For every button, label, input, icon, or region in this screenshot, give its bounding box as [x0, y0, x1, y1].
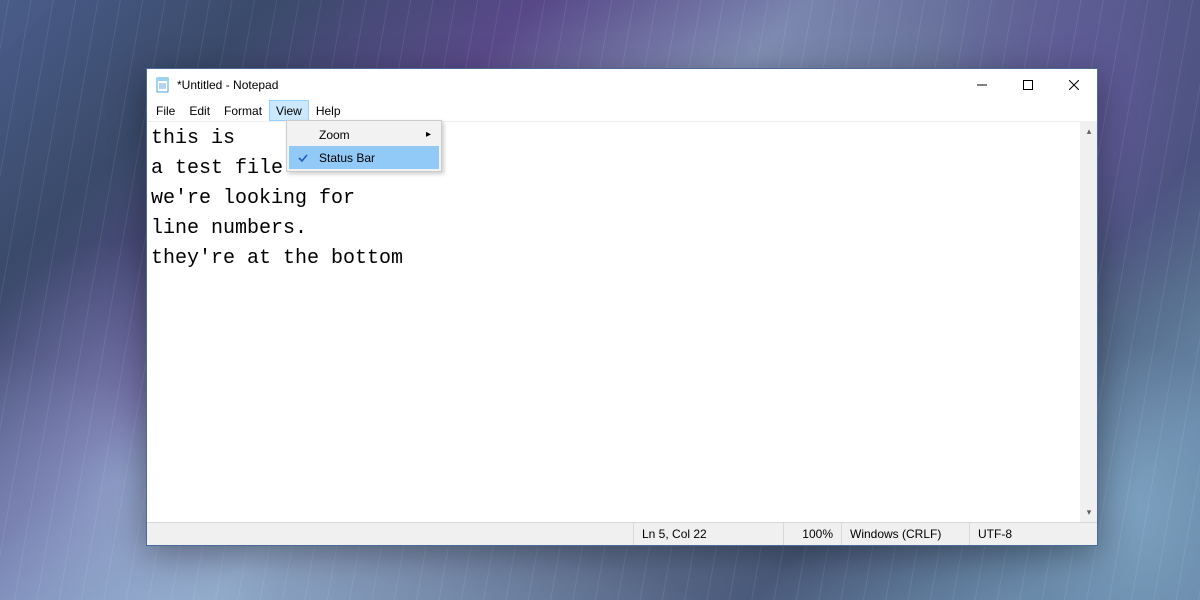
window-title: *Untitled - Notepad [177, 78, 278, 92]
submenu-arrow-icon: ▸ [426, 129, 431, 140]
statusbar: Ln 5, Col 22 100% Windows (CRLF) UTF-8 [147, 522, 1097, 545]
maximize-button[interactable] [1005, 69, 1051, 100]
notepad-app-icon [155, 77, 171, 93]
scroll-down-icon[interactable]: ▾ [1087, 503, 1092, 522]
menu-format[interactable]: Format [217, 100, 269, 121]
minimize-button[interactable] [959, 69, 1005, 100]
menu-edit[interactable]: Edit [182, 100, 217, 121]
close-button[interactable] [1051, 69, 1097, 100]
status-zoom: 100% [783, 523, 841, 545]
menu-file[interactable]: File [149, 100, 182, 121]
menubar: File Edit Format View Help Zoom ▸ Status… [147, 100, 1097, 121]
view-statusbar-item[interactable]: Status Bar [289, 146, 439, 169]
status-eol: Windows (CRLF) [841, 523, 969, 545]
view-dropdown: Zoom ▸ Status Bar [286, 120, 442, 172]
editor-area: this is a test file we're looking for li… [147, 121, 1097, 522]
scroll-up-icon[interactable]: ▴ [1087, 122, 1092, 141]
notepad-window: *Untitled - Notepad File Edit Format Vie… [146, 68, 1098, 546]
menu-view[interactable]: View [269, 100, 309, 121]
window-controls [959, 69, 1097, 100]
status-line-col: Ln 5, Col 22 [633, 523, 783, 545]
view-statusbar-label: Status Bar [319, 151, 375, 165]
text-editor[interactable]: this is a test file we're looking for li… [147, 122, 1080, 522]
vertical-scrollbar[interactable]: ▴ ▾ [1080, 122, 1097, 522]
menu-help[interactable]: Help [309, 100, 348, 121]
view-zoom-item[interactable]: Zoom ▸ [289, 123, 439, 146]
titlebar[interactable]: *Untitled - Notepad [147, 69, 1097, 100]
checkmark-icon [295, 150, 311, 166]
status-encoding: UTF-8 [969, 523, 1097, 545]
view-zoom-label: Zoom [319, 128, 350, 142]
